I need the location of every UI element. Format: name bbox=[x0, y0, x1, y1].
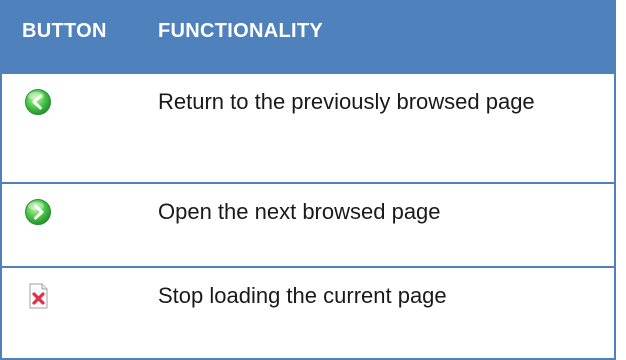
header-functionality-column: FUNCTIONALITY bbox=[158, 20, 323, 42]
table-row: Stop loading the current page bbox=[2, 266, 614, 358]
row-description: Open the next browsed page bbox=[158, 199, 441, 224]
row-description: Return to the previously browsed page bbox=[158, 89, 535, 114]
row-description: Stop loading the current page bbox=[158, 283, 447, 308]
back-arrow-icon[interactable] bbox=[24, 88, 52, 116]
button-functionality-table: BUTTON FUNCTIONALITY Return to the previ… bbox=[0, 0, 616, 360]
table-header: BUTTON FUNCTIONALITY bbox=[2, 0, 614, 72]
table-row: Return to the previously browsed page bbox=[2, 72, 614, 182]
header-button-column: BUTTON bbox=[22, 20, 107, 42]
table-row: Open the next browsed page bbox=[2, 182, 614, 266]
stop-icon[interactable] bbox=[24, 282, 52, 310]
forward-arrow-icon[interactable] bbox=[24, 198, 52, 226]
